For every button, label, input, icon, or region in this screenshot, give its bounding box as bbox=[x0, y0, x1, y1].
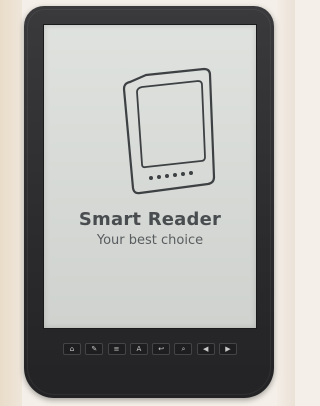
zoom-button[interactable]: ⌕ bbox=[174, 343, 193, 355]
font-size-icon: A bbox=[136, 344, 142, 353]
bookmark-icon: ✎ bbox=[91, 344, 98, 353]
home-button[interactable]: ⌂ bbox=[63, 343, 81, 355]
back-icon: ↩ bbox=[158, 344, 165, 353]
next-page-icon: ▶ bbox=[225, 344, 231, 353]
previous-page-button[interactable]: ◀ bbox=[196, 343, 215, 355]
next-page-button[interactable]: ▶ bbox=[218, 343, 237, 355]
ereader-device: Smart Reader Your best choice ⌂ ✎ ≡ A ↩ … bbox=[24, 6, 274, 398]
home-icon: ⌂ bbox=[69, 344, 75, 353]
eink-screen[interactable]: Smart Reader Your best choice bbox=[43, 24, 257, 329]
previous-page-icon: ◀ bbox=[202, 344, 209, 353]
menu-button[interactable]: ≡ bbox=[107, 343, 126, 355]
bookmark-button[interactable]: ✎ bbox=[85, 343, 104, 355]
zoom-icon: ⌕ bbox=[181, 344, 186, 353]
brand-tagline: Your best choice bbox=[96, 233, 204, 248]
font-size-button[interactable]: A bbox=[129, 343, 148, 355]
hardware-button-bar: ⌂ ✎ ≡ A ↩ ⌕ ◀ ▶ bbox=[63, 342, 237, 356]
background-wall-left bbox=[0, 0, 22, 406]
menu-icon: ≡ bbox=[113, 344, 120, 353]
brand-title: Smart Reader bbox=[78, 209, 222, 230]
background-wall-right bbox=[277, 0, 295, 406]
ereader-illustration-icon bbox=[122, 67, 216, 195]
back-button[interactable]: ↩ bbox=[152, 343, 171, 355]
